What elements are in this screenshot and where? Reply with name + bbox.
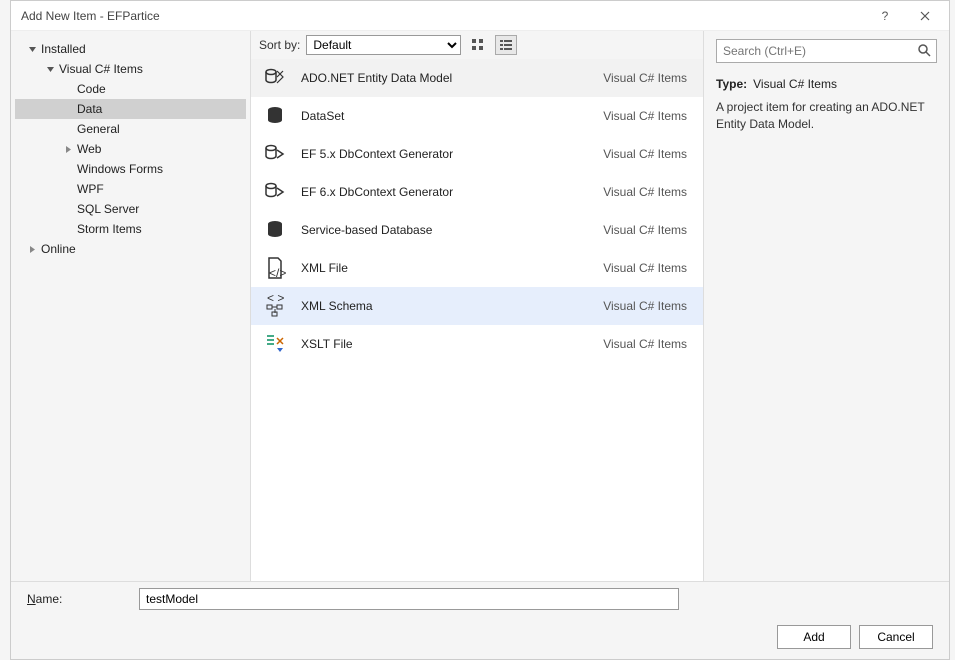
view-list-button[interactable] (495, 35, 517, 55)
list-item[interactable]: Service-based Database Visual C# Items (251, 211, 703, 249)
name-input[interactable] (139, 588, 679, 610)
window-title: Add New Item - EFPartice (21, 9, 865, 23)
entity-model-icon (261, 64, 289, 92)
list-item[interactable]: XSLT File Visual C# Items (251, 325, 703, 363)
database-icon (261, 216, 289, 244)
template-list: ADO.NET Entity Data Model Visual C# Item… (251, 59, 703, 581)
xml-schema-icon: < > (261, 292, 289, 320)
toolbar: Sort by: Default (251, 31, 703, 59)
sort-label: Sort by: (259, 38, 300, 52)
tree-windows-forms[interactable]: Windows Forms (15, 159, 246, 179)
cancel-button[interactable]: Cancel (859, 625, 933, 649)
tree-storm[interactable]: Storm Items (15, 219, 246, 239)
name-row: Name: (11, 581, 949, 615)
list-item[interactable]: </> XML File Visual C# Items (251, 249, 703, 287)
grid-icon (471, 38, 485, 52)
ef6-icon (261, 178, 289, 206)
help-button[interactable]: ? (865, 2, 905, 30)
sort-select[interactable]: Default (306, 35, 461, 55)
xslt-icon (261, 330, 289, 358)
tree-sql-server[interactable]: SQL Server (15, 199, 246, 219)
expand-icon (45, 64, 55, 74)
tree-installed[interactable]: Installed (15, 39, 246, 59)
expand-icon (63, 144, 73, 154)
tree-general[interactable]: General (15, 119, 246, 139)
close-icon (920, 11, 930, 21)
list-item[interactable]: ADO.NET Entity Data Model Visual C# Item… (251, 59, 703, 97)
list-item[interactable]: DataSet Visual C# Items (251, 97, 703, 135)
titlebar: Add New Item - EFPartice ? (11, 1, 949, 31)
template-panel: Sort by: Default ADO.NET Entity Data Mod… (251, 31, 704, 581)
tree-data[interactable]: Data (15, 99, 246, 119)
xml-file-icon: </> (261, 254, 289, 282)
tree-visual-csharp[interactable]: Visual C# Items (15, 59, 246, 79)
expand-icon (27, 244, 37, 254)
tree-wpf[interactable]: WPF (15, 179, 246, 199)
add-button[interactable]: Add (777, 625, 851, 649)
svg-text:</>: </> (269, 266, 286, 280)
list-item[interactable]: EF 6.x DbContext Generator Visual C# Ite… (251, 173, 703, 211)
tree-web[interactable]: Web (15, 139, 246, 159)
list-item[interactable]: EF 5.x DbContext Generator Visual C# Ite… (251, 135, 703, 173)
category-tree: Installed Visual C# Items Code Data Gene… (11, 31, 251, 581)
description: A project item for creating an ADO.NET E… (716, 99, 937, 133)
expand-icon (27, 44, 37, 54)
add-new-item-dialog: Add New Item - EFPartice ? Installed Vis… (10, 0, 950, 660)
detail-panel: Type: Visual C# Items A project item for… (704, 31, 949, 581)
ef5-icon (261, 140, 289, 168)
list-item[interactable]: < > XML Schema Visual C# Items (251, 287, 703, 325)
name-label: Name: (27, 592, 127, 606)
type-label: Type: (716, 77, 747, 91)
list-icon (499, 38, 513, 52)
tree-online[interactable]: Online (15, 239, 246, 259)
search-input[interactable] (716, 39, 937, 63)
view-grid-button[interactable] (467, 35, 489, 55)
svg-text:< >: < > (267, 294, 284, 305)
dataset-icon (261, 102, 289, 130)
search-icon[interactable] (917, 43, 931, 60)
button-row: Add Cancel (11, 615, 949, 659)
tree-code[interactable]: Code (15, 79, 246, 99)
type-value: Visual C# Items (753, 77, 837, 91)
close-button[interactable] (905, 2, 945, 30)
